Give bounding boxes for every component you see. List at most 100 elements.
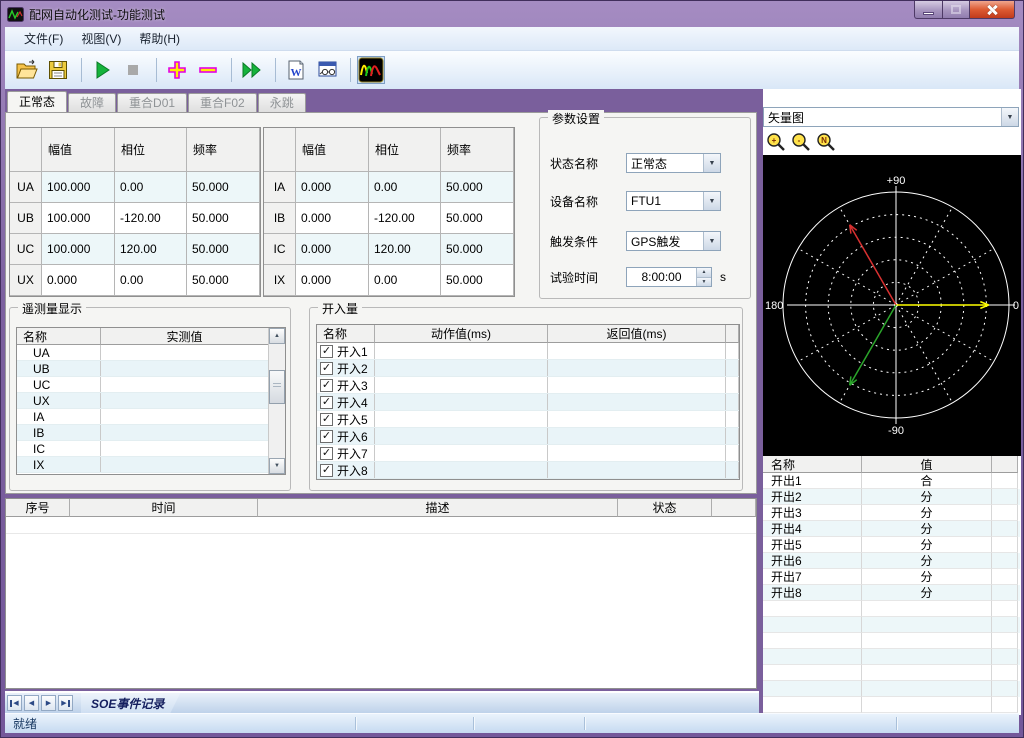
state-name-select[interactable]: 正常态 ▼ xyxy=(626,153,721,173)
chevron-down-icon[interactable]: ▼ xyxy=(703,192,720,210)
view-selector[interactable]: 矢量图 ▼ xyxy=(763,107,1019,127)
open-button[interactable] xyxy=(13,56,41,84)
nav-last-button[interactable]: ▶ xyxy=(58,695,73,711)
binary-input-label: 开入5 xyxy=(337,411,368,427)
filler-cell xyxy=(992,569,1018,585)
save-button[interactable] xyxy=(44,56,72,84)
column-header xyxy=(992,456,1018,473)
value-cell[interactable]: 100.000 xyxy=(42,234,115,265)
close-button[interactable] xyxy=(970,1,1015,19)
tab-故障[interactable]: 故障 xyxy=(68,93,116,112)
column-header: 相位 xyxy=(115,128,187,172)
zoom-out-button[interactable]: - xyxy=(790,131,812,153)
checkbox[interactable]: ✓ xyxy=(320,447,333,460)
value-cell[interactable]: 50.000 xyxy=(441,203,514,234)
waveform-view-button[interactable] xyxy=(357,56,385,84)
value-cell[interactable]: 50.000 xyxy=(187,265,260,296)
tab-soe-event-record[interactable]: SOE事件记录 xyxy=(81,693,180,713)
spinner-value[interactable]: 8:00:00 xyxy=(627,268,696,286)
menu-item[interactable]: 视图(V) xyxy=(72,27,130,50)
telemetry-row[interactable]: UC xyxy=(17,377,285,393)
name-cell: 开出4 xyxy=(763,521,862,537)
telemetry-row[interactable]: UX xyxy=(17,393,285,409)
value-cell[interactable]: 0.00 xyxy=(369,172,441,203)
filler-cell xyxy=(992,489,1018,505)
spin-down-icon[interactable]: ▼ xyxy=(697,278,711,287)
tab-重合D01[interactable]: 重合D01 xyxy=(117,93,187,112)
value-cell[interactable]: 50.000 xyxy=(187,203,260,234)
value-cell[interactable]: 0.000 xyxy=(296,265,369,296)
checkbox[interactable]: ✓ xyxy=(320,413,333,426)
value-cell[interactable]: -120.00 xyxy=(369,203,441,234)
checkbox[interactable]: ✓ xyxy=(320,362,333,375)
telemetry-row[interactable]: IX xyxy=(17,457,285,473)
value-cell[interactable]: 50.000 xyxy=(441,234,514,265)
remove-state-button[interactable] xyxy=(194,56,222,84)
trigger-condition-select[interactable]: GPS触发 ▼ xyxy=(626,231,721,251)
word-report-button[interactable]: W xyxy=(282,56,310,84)
test-time-spinner[interactable]: 8:00:00 ▲ ▼ xyxy=(626,267,712,287)
run-all-button[interactable] xyxy=(238,56,266,84)
telemetry-row[interactable]: IB xyxy=(17,425,285,441)
value-cell[interactable]: 100.000 xyxy=(42,203,115,234)
checkbox[interactable]: ✓ xyxy=(320,379,333,392)
tab-正常态[interactable]: 正常态 xyxy=(7,91,67,112)
chevron-down-icon[interactable]: ▼ xyxy=(703,154,720,172)
value-cell[interactable]: -120.00 xyxy=(115,203,187,234)
value-cell[interactable]: 100.000 xyxy=(42,172,115,203)
value-cell[interactable]: 0.000 xyxy=(296,234,369,265)
scroll-down-button[interactable]: ▼ xyxy=(269,458,285,474)
value-cell[interactable]: 0.00 xyxy=(115,172,187,203)
value-cell[interactable]: 120.00 xyxy=(369,234,441,265)
save-floppy-icon xyxy=(46,58,70,82)
scroll-thumb[interactable] xyxy=(269,370,285,404)
checkbox[interactable]: ✓ xyxy=(320,345,333,358)
value-cell[interactable]: 50.000 xyxy=(187,234,260,265)
value-cell xyxy=(862,649,992,665)
value-cell[interactable]: 50.000 xyxy=(187,172,260,203)
name-cell: ✓开入7 xyxy=(317,445,375,461)
spin-up-icon[interactable]: ▲ xyxy=(697,268,711,278)
tab-永跳[interactable]: 永跳 xyxy=(258,93,306,112)
value-cell[interactable]: 0.00 xyxy=(115,265,187,296)
device-name-select[interactable]: FTU1 ▼ xyxy=(626,191,721,211)
telemetry-row[interactable]: UB xyxy=(17,361,285,377)
measured-value-cell xyxy=(101,377,269,392)
value-cell[interactable]: 50.000 xyxy=(441,265,514,296)
menu-item[interactable]: 帮助(H) xyxy=(130,27,189,50)
nav-first-button[interactable]: ◀ xyxy=(7,695,22,711)
nav-next-button[interactable]: ▶ xyxy=(41,695,56,711)
nav-prev-button[interactable]: ◀ xyxy=(24,695,39,711)
zoom-in-button[interactable]: + xyxy=(765,131,787,153)
value-cell[interactable]: 0.000 xyxy=(296,172,369,203)
stop-test-button[interactable] xyxy=(119,56,147,84)
telemetry-row[interactable]: IA xyxy=(17,409,285,425)
vertical-scrollbar[interactable]: ▲▼ xyxy=(268,328,285,474)
start-test-button[interactable] xyxy=(88,56,116,84)
value-cell: 分 xyxy=(862,569,992,585)
scroll-up-button[interactable]: ▲ xyxy=(269,328,285,344)
toolbar-separator xyxy=(81,58,82,82)
maximize-button[interactable] xyxy=(943,1,970,19)
menu-item[interactable]: 文件(F) xyxy=(15,27,72,50)
value-cell[interactable]: 50.000 xyxy=(441,172,514,203)
telemetry-row[interactable]: UA xyxy=(17,345,285,361)
report-preview-button[interactable] xyxy=(313,56,341,84)
fast-forward-icon xyxy=(240,58,264,82)
zoom-reset-button[interactable]: N xyxy=(815,131,837,153)
add-state-button[interactable] xyxy=(163,56,191,84)
checkbox[interactable]: ✓ xyxy=(320,396,333,409)
value-cell[interactable]: 120.00 xyxy=(115,234,187,265)
checkbox[interactable]: ✓ xyxy=(320,430,333,443)
telemetry-row[interactable]: IC xyxy=(17,441,285,457)
value-cell[interactable]: 0.000 xyxy=(42,265,115,296)
chevron-down-icon[interactable]: ▼ xyxy=(1001,108,1018,126)
minimize-button[interactable] xyxy=(914,1,943,19)
chevron-down-icon[interactable]: ▼ xyxy=(703,232,720,250)
filler-cell xyxy=(992,521,1018,537)
value-cell[interactable]: 0.000 xyxy=(296,203,369,234)
name-cell: UB xyxy=(17,361,101,376)
value-cell[interactable]: 0.00 xyxy=(369,265,441,296)
checkbox[interactable]: ✓ xyxy=(320,464,333,477)
tab-重合F02[interactable]: 重合F02 xyxy=(188,93,257,112)
